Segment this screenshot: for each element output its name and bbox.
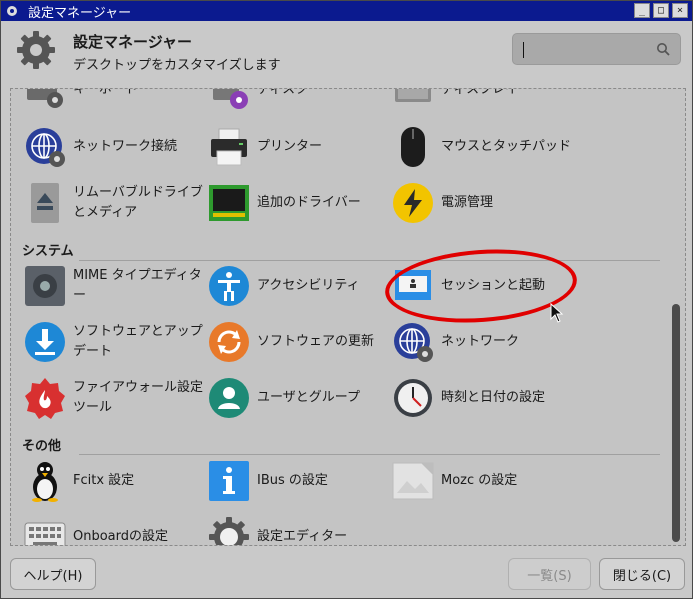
- settings-item-label: ソフトウェアの更新: [257, 334, 375, 349]
- users-groups-icon: [207, 376, 251, 420]
- vertical-scrollbar[interactable]: [672, 89, 680, 545]
- settings-item-label: 追加のドライバー: [257, 195, 361, 210]
- ibus-info-icon: [207, 459, 251, 503]
- settings-item-mime-editor[interactable]: MIME タイプエディター: [23, 261, 205, 311]
- settings-item-label: ユーザとグループ: [257, 390, 360, 405]
- text-caret: [523, 42, 524, 58]
- settings-item-printer[interactable]: プリンター: [207, 122, 389, 172]
- settings-item-disk[interactable]: ディスク: [207, 89, 389, 115]
- additional-drivers-icon: [207, 181, 251, 225]
- firewall-icon: [23, 376, 67, 420]
- settings-item-label: 時刻と日付の設定: [441, 390, 546, 405]
- settings-editor-icon: [207, 515, 251, 545]
- onboard-keyboard-icon: [23, 515, 67, 545]
- settings-item-label: ネットワーク接続: [73, 139, 178, 154]
- mouse-pointer-icon: [550, 302, 564, 327]
- settings-item-users-groups[interactable]: ユーザとグループ: [207, 373, 389, 423]
- mime-editor-icon: [23, 264, 67, 308]
- settings-item-label: プリンター: [257, 139, 323, 154]
- settings-item-onboard[interactable]: Onboardの設定: [23, 512, 205, 545]
- software-updates-icon: [23, 320, 67, 364]
- page-title: 設定マネージャー: [73, 33, 192, 51]
- settings-item-additional-drivers[interactable]: 追加のドライバー: [207, 178, 389, 228]
- section-heading-other: その他: [22, 439, 62, 454]
- settings-item-label: マウスとタッチパッド: [441, 139, 572, 154]
- settings-item-keyboard[interactable]: キーボード: [23, 89, 205, 115]
- settings-item-time-date[interactable]: 時刻と日付の設定: [391, 373, 573, 423]
- window-title: 設定マネージャー: [28, 5, 132, 21]
- settings-item-label: ソフトウェアとアップデート: [73, 324, 203, 359]
- settings-item-software-updater[interactable]: ソフトウェアの更新: [207, 317, 389, 367]
- header: 設定マネージャー デスクトップをカスタマイズします: [1, 21, 692, 81]
- removable-drive-icon: [23, 181, 67, 225]
- settings-item-label: Onboardの設定: [73, 529, 169, 544]
- settings-item-firewall[interactable]: ファイアウォール設定ツール: [23, 373, 205, 423]
- close-button[interactable]: 閉じる(C): [599, 558, 685, 590]
- gear-icon: [4, 3, 20, 19]
- settings-item-network-connections[interactable]: ネットワーク接続: [23, 122, 205, 172]
- network-connections-icon: [23, 125, 67, 169]
- section-heading-system: システム: [22, 244, 74, 259]
- settings-item-label: 電源管理: [441, 195, 494, 210]
- minimize-button[interactable]: _: [634, 3, 650, 18]
- settings-item-label: ネットワーク: [441, 334, 520, 349]
- settings-item-mouse-touchpad[interactable]: マウスとタッチパッド: [391, 122, 573, 172]
- accessibility-icon: [207, 264, 251, 308]
- settings-gear-icon: [15, 29, 57, 71]
- search-icon[interactable]: [656, 42, 670, 60]
- settings-item-fcitx[interactable]: Fcitx 設定: [23, 456, 205, 506]
- settings-item-label: MIME タイプエディター: [73, 268, 202, 303]
- settings-item-label: Fcitx 設定: [73, 473, 135, 488]
- display-icon: [391, 89, 435, 112]
- settings-item-display[interactable]: ディスプレイ: [391, 89, 573, 115]
- printer-icon: [207, 125, 251, 169]
- keyboard-icon: [23, 89, 67, 112]
- settings-item-ibus[interactable]: IBus の設定: [207, 456, 389, 506]
- settings-item-accessibility[interactable]: アクセシビリティ: [207, 261, 389, 311]
- settings-item-network[interactable]: ネットワーク: [391, 317, 573, 367]
- network-icon: [391, 320, 435, 364]
- settings-item-label: 設定エディター: [257, 529, 348, 544]
- clock-icon: [391, 376, 435, 420]
- settings-item-label: ファイアウォール設定ツール: [73, 380, 204, 415]
- search-input[interactable]: [512, 33, 681, 65]
- maximize-button[interactable]: □: [653, 3, 669, 18]
- settings-item-software-updates[interactable]: ソフトウェアとアップデート: [23, 317, 205, 367]
- settings-list-pane[interactable]: キーボード ディスク ディスプレイ ネットワーク接続 プリンター マウスとタッチ…: [10, 88, 686, 546]
- disk-icon: [207, 89, 251, 112]
- software-updater-icon: [207, 320, 251, 364]
- title-bar[interactable]: 設定マネージャー _ □ ×: [1, 1, 692, 21]
- power-manager-icon: [391, 181, 435, 225]
- mouse-icon: [391, 125, 435, 169]
- settings-item-label: Mozc の設定: [441, 473, 518, 488]
- settings-item-label: ディスク: [257, 89, 309, 97]
- page-subtitle: デスクトップをカスタマイズします: [73, 58, 281, 73]
- close-window-button[interactable]: ×: [672, 3, 688, 18]
- settings-item-label: キーボード: [73, 89, 139, 97]
- settings-item-mozc[interactable]: Mozc の設定: [391, 456, 573, 506]
- settings-manager-window: 設定マネージャー _ □ × 設定マネージャー デスクトップをカスタマイズします: [0, 0, 693, 599]
- all-settings-button[interactable]: 一覧(S): [508, 558, 591, 590]
- settings-item-settings-editor[interactable]: 設定エディター: [207, 512, 389, 545]
- settings-item-removable-drives[interactable]: リムーバブルドライブとメディア: [23, 178, 205, 228]
- settings-item-label: アクセシビリティ: [257, 278, 360, 293]
- settings-item-power-manager[interactable]: 電源管理: [391, 178, 573, 228]
- fcitx-penguin-icon: [23, 459, 67, 503]
- settings-item-label: ディスプレイ: [441, 89, 519, 97]
- mozc-icon: [391, 459, 435, 503]
- settings-item-label: IBus の設定: [257, 473, 328, 488]
- help-button[interactable]: ヘルプ(H): [10, 558, 96, 590]
- settings-item-label: リムーバブルドライブとメディア: [73, 185, 203, 220]
- scrollbar-thumb[interactable]: [672, 304, 680, 542]
- section-divider: [79, 454, 660, 455]
